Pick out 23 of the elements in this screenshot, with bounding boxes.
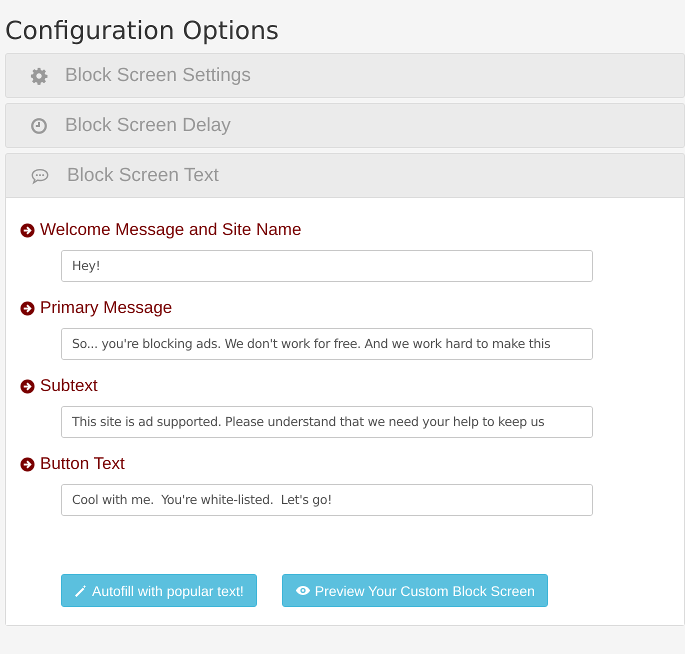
accordion-header[interactable]: Block Screen Text [6, 154, 684, 197]
page-title: Configuration Options [5, 15, 279, 47]
field-label: Welcome Message and Site Name [40, 220, 302, 240]
input-field[interactable]: Cool with me. You're white-listed. Let's go! [61, 484, 593, 516]
field-label: Subtext [40, 376, 98, 396]
magic-wand-icon [74, 584, 88, 598]
action-button[interactable]: Autofill with popular text! [61, 574, 257, 607]
input-field[interactable]: So... you're blocking ads. We don't work for free. And we work hard to make this [61, 328, 593, 360]
clock-icon [30, 116, 48, 134]
arrow-circle-icon [20, 222, 35, 238]
accordion-header[interactable]: Block Screen Delay [6, 104, 684, 147]
eye-icon [294, 585, 311, 596]
action-button[interactable]: Preview Your Custom Block Screen [282, 574, 548, 607]
input-field[interactable]: This site is ad supported. Please understand that we need your help to keep us [61, 406, 593, 438]
speech-bubble-icon [30, 166, 50, 184]
gear-icon [30, 66, 48, 84]
field-label: Button Text [40, 454, 125, 474]
arrow-circle-icon [20, 456, 35, 472]
accordion-header[interactable]: Block Screen Settings [6, 54, 684, 97]
arrow-circle-icon [20, 300, 35, 316]
field-label: Primary Message [40, 298, 172, 318]
arrow-circle-icon [20, 378, 35, 394]
input-field[interactable]: Hey! [61, 250, 593, 282]
